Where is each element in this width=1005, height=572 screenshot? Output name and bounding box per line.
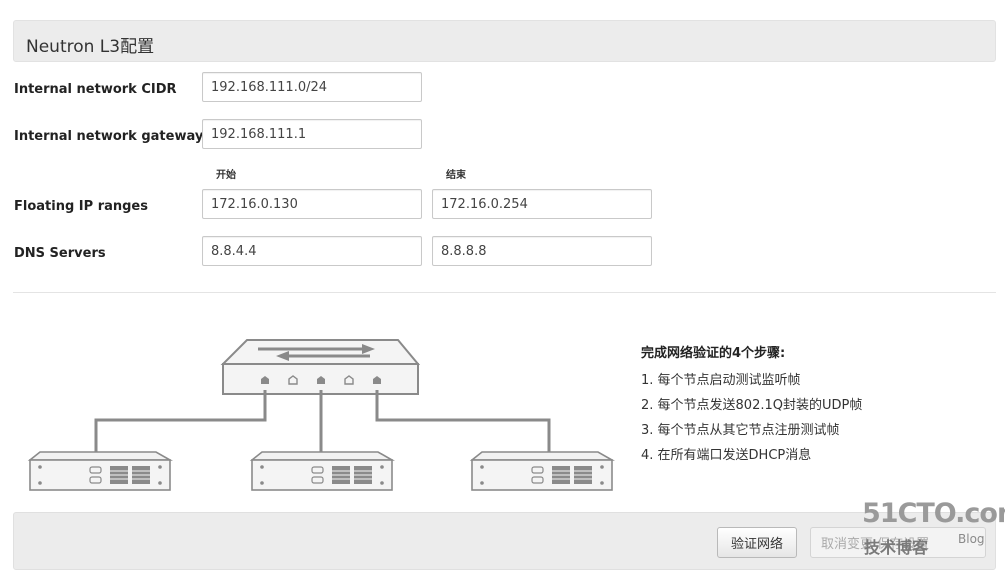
verification-step: 3. 每个节点从其它节点注册测试帧 bbox=[641, 423, 840, 438]
verify-network-button[interactable]: 验证网络 bbox=[717, 527, 797, 558]
watermark-blog: Blog bbox=[958, 532, 985, 546]
action-footer: 验证网络 取消变更 保存设置 bbox=[13, 512, 996, 570]
column-end-label: 结束 bbox=[446, 170, 466, 181]
column-start-label: 开始 bbox=[216, 170, 236, 181]
watermark-subtitle: 技术博客 bbox=[864, 538, 929, 557]
verification-step: 4. 在所有端口发送DHCP消息 bbox=[641, 448, 812, 463]
dns-secondary-input[interactable] bbox=[432, 236, 652, 266]
network-cables bbox=[94, 390, 551, 452]
verification-step: 1. 每个节点启动测试监听帧 bbox=[641, 373, 801, 388]
internal-gateway-label: Internal network gateway bbox=[14, 129, 204, 144]
verification-steps: 完成网络验证的4个步骤: 1. 每个节点启动测试监听帧 2. 每个节点发送802… bbox=[641, 342, 862, 468]
verification-title: 完成网络验证的4个步骤: bbox=[641, 346, 786, 361]
floating-ip-label: Floating IP ranges bbox=[14, 199, 148, 214]
floating-ip-end-input[interactable] bbox=[432, 189, 652, 219]
internal-cidr-label: Internal network CIDR bbox=[14, 82, 177, 97]
floating-ip-start-input[interactable] bbox=[202, 189, 422, 219]
server-icon bbox=[27, 451, 174, 491]
internal-gateway-input[interactable] bbox=[202, 119, 422, 149]
page-title: Neutron L3配置 bbox=[26, 37, 155, 57]
network-topology-diagram bbox=[27, 339, 616, 491]
section-divider bbox=[13, 292, 996, 293]
dns-primary-input[interactable] bbox=[202, 236, 422, 266]
verification-step: 2. 每个节点发送802.1Q封装的UDP帧 bbox=[641, 398, 863, 413]
server-icon bbox=[469, 451, 616, 491]
watermark-site: 51CTO.com bbox=[862, 498, 1005, 529]
section-header: Neutron L3配置 bbox=[13, 20, 996, 62]
dns-servers-label: DNS Servers bbox=[14, 246, 106, 261]
server-icon bbox=[249, 451, 396, 491]
switch-icon bbox=[220, 339, 421, 395]
site-watermark: 51CTO.com 技术博客 Blog bbox=[862, 498, 1005, 558]
internal-cidr-input[interactable] bbox=[202, 72, 422, 102]
